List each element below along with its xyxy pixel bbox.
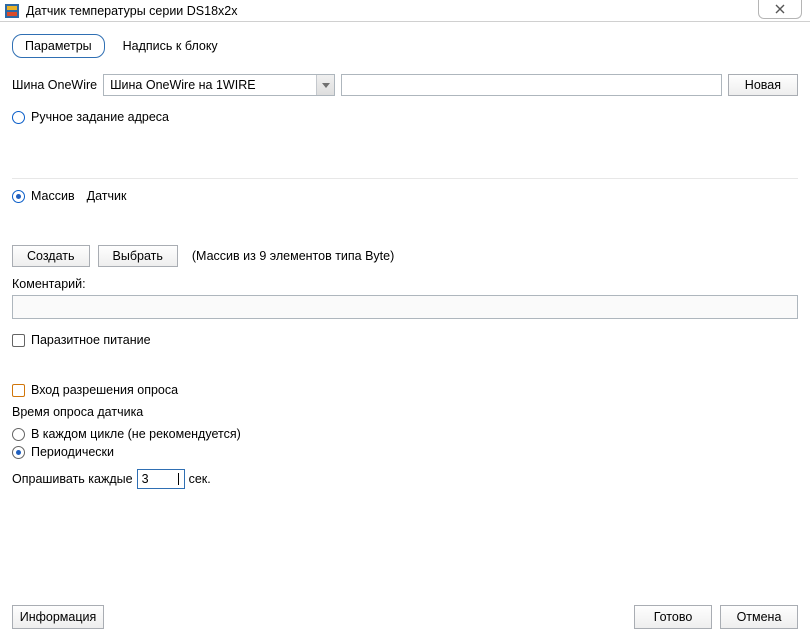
poll-time-heading: Время опроса датчика [12, 405, 798, 419]
app-icon [4, 3, 20, 19]
periodic-label: Периодически [31, 445, 114, 459]
poll-interval-input[interactable]: 3 [137, 469, 185, 489]
array-label: Массив [31, 189, 75, 203]
done-button[interactable]: Готово [634, 605, 712, 629]
manual-address-label: Ручное задание адреса [31, 110, 169, 124]
every-cycle-label: В каждом цикле (не рекомендуется) [31, 427, 241, 441]
tab-caption[interactable]: Надпись к блоку [123, 39, 218, 53]
radio-manual-address[interactable] [12, 111, 25, 124]
close-button[interactable] [758, 0, 802, 19]
checkbox-poll-enable-input[interactable] [12, 384, 25, 397]
tab-parameters[interactable]: Параметры [12, 34, 105, 58]
cancel-button[interactable]: Отмена [720, 605, 798, 629]
poll-interval-value: 3 [142, 472, 149, 486]
bus-label: Шина OneWire [12, 78, 97, 92]
bus-select[interactable]: Шина OneWire на 1WIRE [103, 74, 335, 96]
parasite-power-label: Паразитное питание [31, 333, 151, 347]
radio-array[interactable] [12, 190, 25, 203]
array-hint: (Массив из 9 элементов типа Byte) [192, 249, 394, 263]
choose-button[interactable]: Выбрать [98, 245, 178, 267]
info-button[interactable]: Информация [12, 605, 104, 629]
chevron-down-icon[interactable] [316, 75, 334, 95]
array-name: Датчик [87, 189, 127, 203]
comment-label: Коментарий: [12, 277, 798, 291]
titlebar: Датчик температуры серии DS18x2x [0, 0, 810, 22]
poll-interval-prefix: Опрашивать каждые [12, 472, 133, 486]
create-button[interactable]: Создать [12, 245, 90, 267]
content-panel: Параметры Надпись к блоку Шина OneWire Ш… [0, 22, 810, 639]
radio-every-cycle[interactable] [12, 428, 25, 441]
radio-periodic[interactable] [12, 446, 25, 459]
bus-select-value: Шина OneWire на 1WIRE [104, 78, 316, 92]
poll-interval-suffix: сек. [189, 472, 211, 486]
comment-input[interactable] [12, 295, 798, 319]
bus-new-button[interactable]: Новая [728, 74, 798, 96]
checkbox-parasite-power[interactable] [12, 334, 25, 347]
bus-text-input[interactable] [341, 74, 722, 96]
poll-enable-input-label: Вход разрешения опроса [31, 383, 178, 397]
window-title: Датчик температуры серии DS18x2x [26, 4, 237, 18]
